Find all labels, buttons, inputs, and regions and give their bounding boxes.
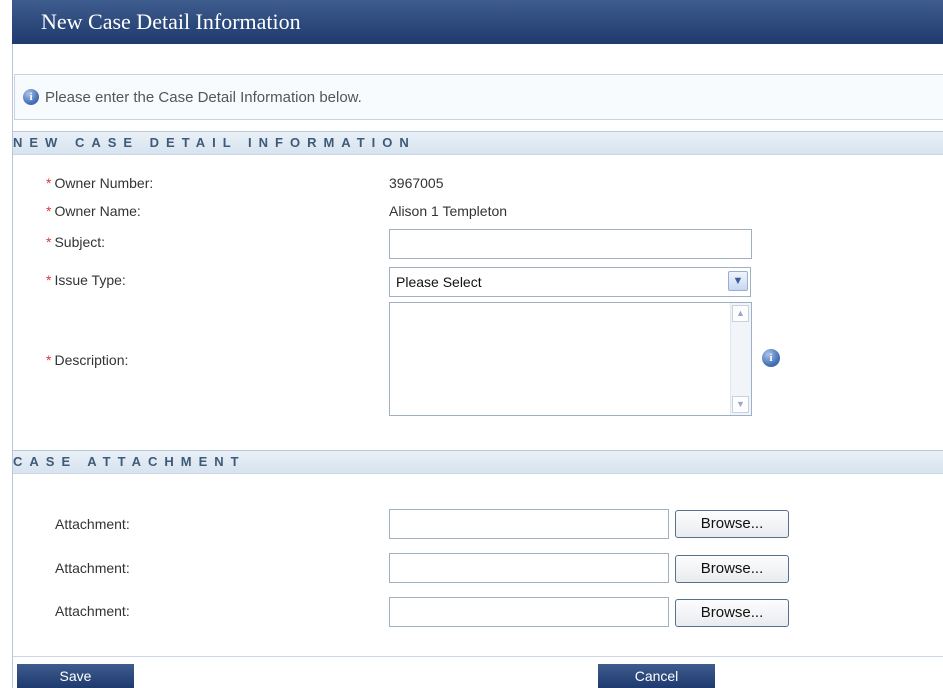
page-title-text: New Case Detail Information [41, 9, 301, 34]
section-title-attachments: CASE ATTACHMENT [13, 454, 246, 469]
required-marker: * [46, 272, 52, 288]
owner-name-label: * Owner Name: [46, 203, 141, 219]
owner-number-value: 3967005 [389, 175, 444, 191]
info-banner-text: Please enter the Case Detail Information… [45, 88, 362, 106]
required-marker: * [46, 203, 52, 219]
required-marker: * [46, 234, 52, 250]
info-icon: i [23, 89, 39, 105]
section-header-details: NEW CASE DETAIL INFORMATION [13, 131, 943, 155]
attachment-label: Attachment: [55, 603, 130, 619]
owner-name-value: Alison 1 Templeton [389, 203, 508, 219]
cancel-button[interactable]: Cancel [598, 664, 715, 688]
issue-type-selected: Please Select [396, 274, 482, 290]
required-marker: * [46, 175, 52, 191]
attachment-label: Attachment: [55, 516, 130, 532]
description-textarea[interactable]: ▲ ▼ [389, 302, 752, 416]
description-info-icon[interactable]: i [762, 349, 780, 367]
attachment-file-input[interactable] [389, 553, 669, 583]
browse-button[interactable]: Browse... [675, 599, 789, 627]
owner-number-label: * Owner Number: [46, 175, 154, 191]
subject-input[interactable] [389, 229, 752, 259]
page-title: New Case Detail Information [12, 0, 943, 44]
attachment-file-input[interactable] [389, 509, 669, 539]
attachment-label: Attachment: [55, 560, 130, 576]
info-banner: i Please enter the Case Detail Informati… [14, 74, 943, 120]
required-marker: * [46, 352, 52, 368]
browse-button[interactable]: Browse... [675, 510, 789, 538]
divider [13, 656, 943, 657]
attachment-file-input[interactable] [389, 597, 669, 627]
issue-type-label: * Issue Type: [46, 272, 126, 288]
section-header-attachments: CASE ATTACHMENT [13, 450, 943, 474]
browse-button[interactable]: Browse... [675, 555, 789, 583]
description-scrollbar[interactable]: ▲ ▼ [730, 303, 751, 415]
scroll-up-icon[interactable]: ▲ [732, 305, 749, 322]
subject-label: * Subject: [46, 234, 106, 250]
section-title-details: NEW CASE DETAIL INFORMATION [13, 135, 416, 150]
chevron-down-icon[interactable]: ▼ [728, 271, 748, 291]
description-label: * Description: [46, 352, 129, 368]
scroll-down-icon[interactable]: ▼ [732, 396, 749, 413]
save-button[interactable]: Save [17, 664, 134, 688]
issue-type-select[interactable]: Please Select ▼ [389, 267, 751, 297]
